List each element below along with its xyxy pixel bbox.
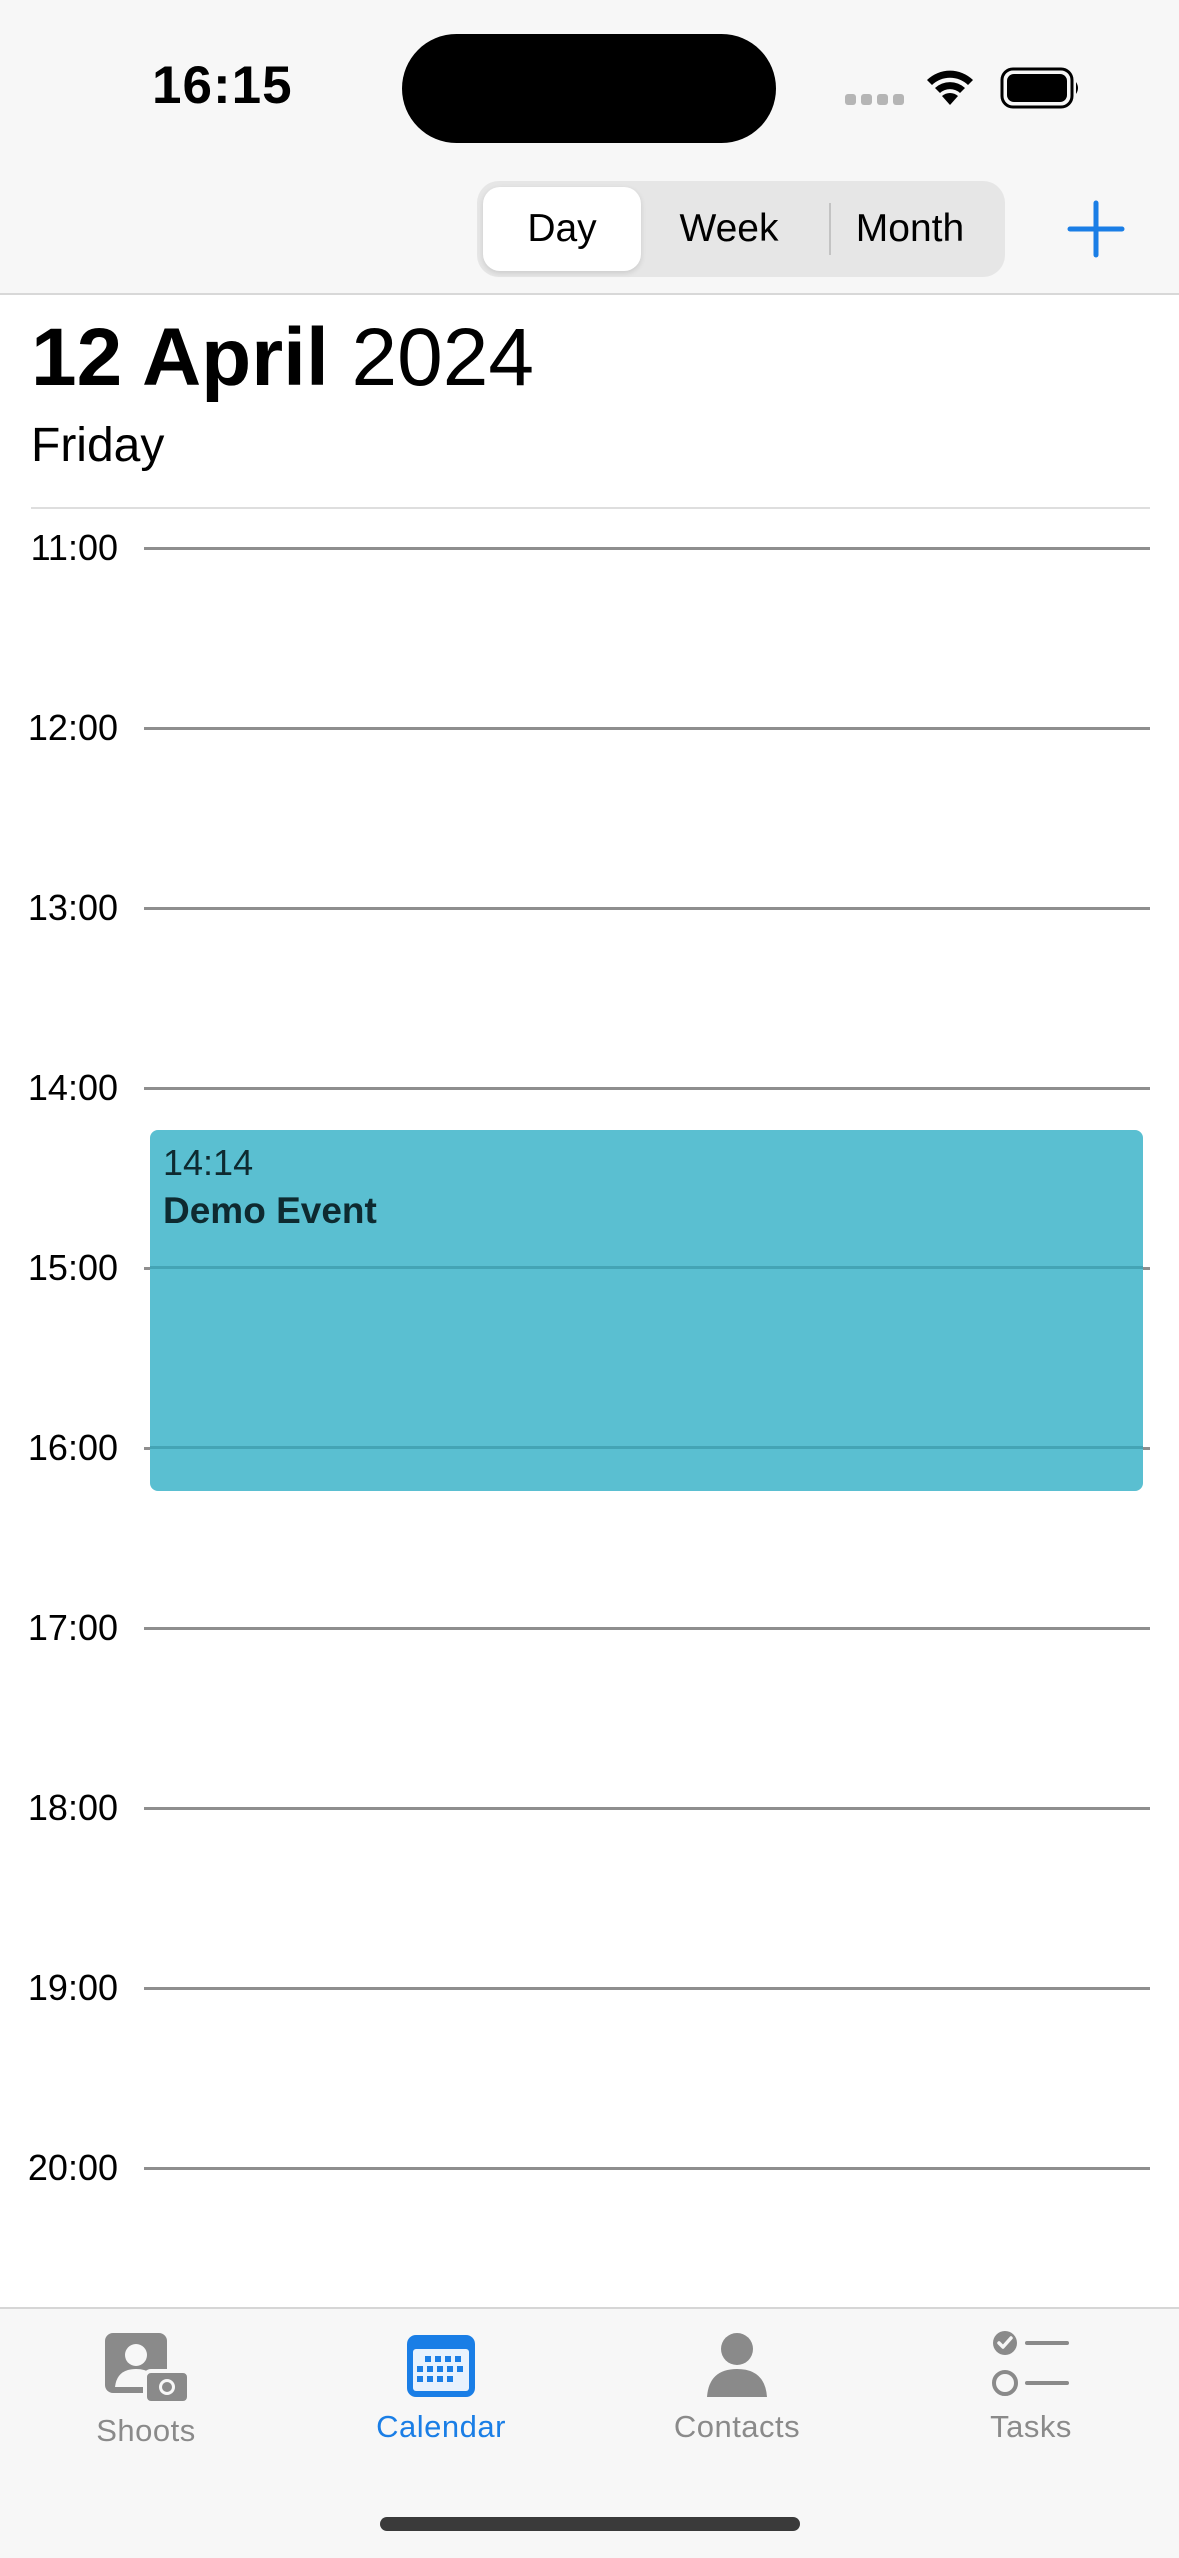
hour-row[interactable]: 18:00 xyxy=(0,1783,1179,1833)
battery-icon xyxy=(1000,67,1078,109)
hour-row[interactable]: 11:00 xyxy=(0,523,1179,573)
hour-label: 18:00 xyxy=(27,1787,118,1828)
hour-row[interactable]: 14:00 xyxy=(0,1063,1179,1113)
tab-label: Shoots xyxy=(96,2413,196,2448)
hour-gridline xyxy=(144,547,1150,550)
tab-shoots[interactable]: Shoots xyxy=(36,2329,256,2479)
add-event-button[interactable] xyxy=(1066,199,1126,259)
event-time: 14:14 xyxy=(163,1142,254,1183)
event-block[interactable]: 14:14 Demo Event xyxy=(150,1130,1143,1491)
tab-label: Calendar xyxy=(376,2409,506,2444)
hour-row[interactable]: 19:00 xyxy=(0,1963,1179,2013)
person-icon xyxy=(707,2333,767,2397)
hour-label: 14:00 xyxy=(27,1067,118,1108)
hour-label: 13:00 xyxy=(27,887,118,928)
dynamic-island xyxy=(402,34,776,143)
segment-day[interactable]: Day xyxy=(483,187,641,271)
hour-gridline xyxy=(144,1087,1150,1090)
hour-label: 17:00 xyxy=(27,1607,118,1648)
hour-label: 12:00 xyxy=(27,707,118,748)
hour-gridline xyxy=(144,727,1150,730)
person-camera-icon xyxy=(105,2333,191,2405)
hour-gridline xyxy=(144,907,1150,910)
wifi-icon xyxy=(927,70,973,105)
hour-label: 15:00 xyxy=(27,1247,118,1288)
hour-gridline xyxy=(150,1446,1143,1449)
tab-tasks[interactable]: Tasks xyxy=(921,2329,1141,2479)
home-indicator[interactable] xyxy=(380,2517,800,2531)
hour-gridline xyxy=(144,1627,1150,1630)
checklist-icon xyxy=(992,2331,1069,2396)
hour-label: 20:00 xyxy=(27,2147,118,2188)
header-divider xyxy=(31,507,1150,509)
hour-gridline xyxy=(144,2167,1150,2170)
calendar-icon xyxy=(407,2335,475,2397)
tab-label: Contacts xyxy=(673,2409,801,2444)
view-switcher: Day Week Month xyxy=(477,181,1005,277)
hour-gridline xyxy=(144,1987,1150,1990)
date-title: 12 April 2024 xyxy=(31,312,534,404)
hour-gridline xyxy=(150,1266,1143,1269)
top-bar: 16:15 Day Week Month xyxy=(0,0,1179,295)
weekday-label: Friday xyxy=(31,419,165,472)
hour-gridline xyxy=(144,1807,1150,1810)
hour-row[interactable]: 13:00 xyxy=(0,883,1179,933)
hour-label: 16:00 xyxy=(27,1427,118,1468)
cellular-signal-icon xyxy=(845,94,905,106)
hour-row[interactable]: 12:00 xyxy=(0,703,1179,753)
status-time: 16:15 xyxy=(152,56,293,115)
hour-row[interactable]: 20:00 xyxy=(0,2143,1179,2193)
tab-calendar[interactable]: Calendar xyxy=(331,2329,551,2479)
hour-row[interactable]: 17:00 xyxy=(0,1603,1179,1653)
segment-month[interactable]: Month xyxy=(821,187,999,271)
tab-label: Tasks xyxy=(990,2409,1072,2444)
hour-label: 11:00 xyxy=(30,527,118,568)
date-year: 2024 xyxy=(351,312,534,403)
hour-label: 19:00 xyxy=(27,1967,118,2008)
tab-contacts[interactable]: Contacts xyxy=(627,2329,847,2479)
segment-week[interactable]: Week xyxy=(641,187,817,271)
event-title: Demo Event xyxy=(163,1190,377,1231)
date-day-month: 12 April xyxy=(31,312,329,403)
